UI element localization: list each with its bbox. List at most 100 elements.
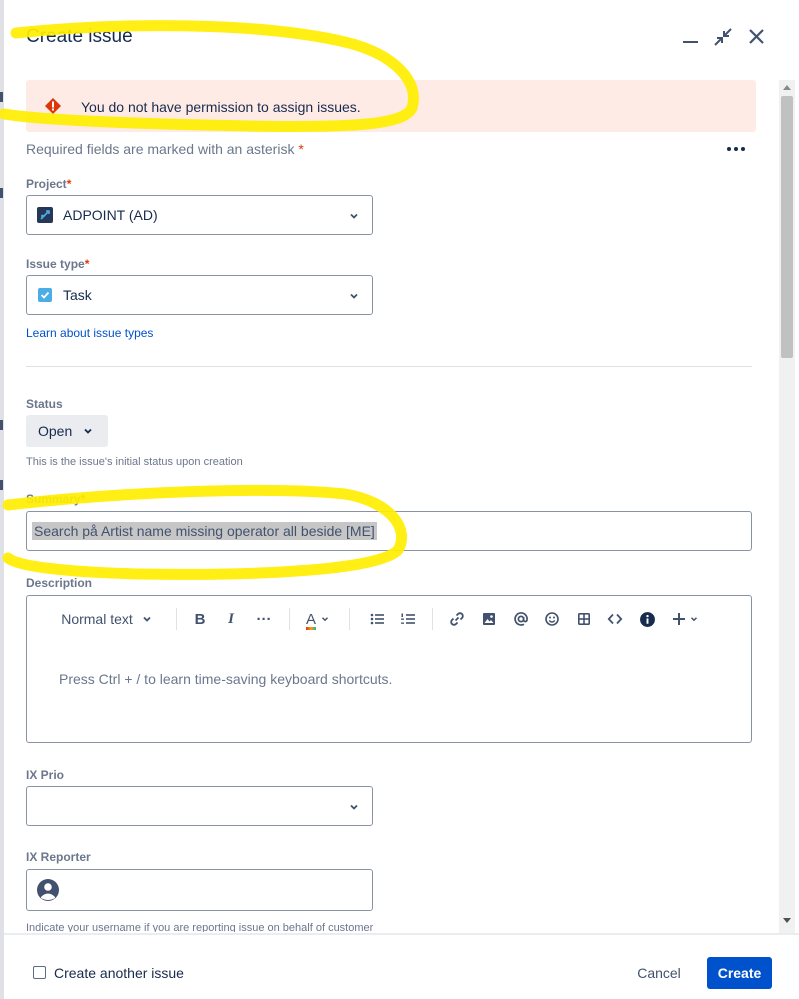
project-select[interactable]: ADPOINT (AD) <box>26 195 373 235</box>
background-marker <box>0 188 3 198</box>
error-message: You do not have permission to assign iss… <box>81 99 361 115</box>
background-marker <box>0 480 3 490</box>
chevron-down-icon <box>350 213 358 219</box>
required-fields-note: Required fields are marked with an aster… <box>26 141 304 157</box>
ix-reporter-label: IX Reporter <box>26 850 91 864</box>
summary-input[interactable]: Search på Artist name missing operator a… <box>26 511 752 551</box>
modal-body: You do not have permission to assign iss… <box>26 80 756 932</box>
required-asterisk: * <box>80 492 86 506</box>
chevron-down-icon <box>350 804 358 810</box>
modal-footer: Create another issue Cancel Create <box>4 933 799 999</box>
background-marker <box>0 420 3 430</box>
issue-type-label-text: Issue type <box>26 257 85 271</box>
text-color-button[interactable]: A <box>301 607 335 631</box>
issue-type-select[interactable]: Task <box>26 275 373 315</box>
link-icon <box>450 612 464 626</box>
numbered-list-icon <box>401 613 415 624</box>
summary-label-text: Summary <box>26 492 81 506</box>
more-options-icon <box>727 147 745 151</box>
italic-button[interactable]: I <box>220 607 242 631</box>
summary-value: Search på Artist name missing operator a… <box>32 522 377 540</box>
toolbar-separator <box>289 608 290 630</box>
project-value: ADPOINT (AD) <box>63 207 158 223</box>
mention-button[interactable] <box>510 607 532 631</box>
ix-prio-label: IX Prio <box>26 768 65 782</box>
create-another-label[interactable]: Create another issue <box>54 965 184 981</box>
issue-type-value: Task <box>63 287 92 303</box>
status-label: Status <box>26 397 63 411</box>
chevron-down-icon <box>84 428 92 434</box>
issue-type-label: Issue type* <box>26 257 89 271</box>
minimize-button[interactable] <box>678 24 704 50</box>
cancel-button[interactable]: Cancel <box>624 957 694 989</box>
toolbar-separator <box>176 608 177 630</box>
project-avatar-icon <box>37 207 53 223</box>
more-options-button[interactable] <box>723 139 749 159</box>
status-value: Open <box>38 423 73 439</box>
chevron-down-icon <box>690 617 697 622</box>
insert-more-button[interactable] <box>668 607 702 631</box>
code-button[interactable] <box>604 607 626 631</box>
create-another-checkbox[interactable] <box>33 966 46 979</box>
project-label: Project* <box>26 177 71 191</box>
editor-placeholder: Press Ctrl + / to learn time-saving keyb… <box>59 671 393 687</box>
collapse-icon <box>714 28 732 46</box>
text-color-letter: A <box>305 610 316 628</box>
toolbar-separator <box>432 608 433 630</box>
text-color-swatch <box>305 626 316 630</box>
ix-prio-select[interactable] <box>26 786 373 826</box>
image-button[interactable] <box>478 607 500 631</box>
emoji-button[interactable] <box>541 607 563 631</box>
more-formatting-button[interactable]: ··· <box>252 607 276 631</box>
collapse-button[interactable] <box>710 24 736 50</box>
emoji-icon <box>545 612 559 626</box>
chevron-down-icon <box>321 617 329 622</box>
bullet-list-button[interactable] <box>366 607 388 631</box>
link-button[interactable] <box>446 607 468 631</box>
status-help-text: This is the issue's initial status upon … <box>26 456 243 468</box>
info-panel-button[interactable] <box>636 607 658 631</box>
toolbar-separator <box>349 608 350 630</box>
ix-reporter-input[interactable] <box>26 869 373 911</box>
error-banner: You do not have permission to assign iss… <box>26 80 756 132</box>
user-avatar-icon <box>37 879 59 901</box>
project-label-text: Project <box>26 177 67 191</box>
description-editor[interactable]: Normal text B I ··· A Press Ctrl + / to … <box>26 595 752 743</box>
text-style-label: Normal text <box>61 611 133 627</box>
create-issue-modal: Create issue You do not have permission … <box>4 0 799 999</box>
scrollbar-thumb[interactable] <box>781 96 793 358</box>
learn-issue-types-link[interactable]: Learn about issue types <box>26 326 153 340</box>
status-dropdown-button[interactable]: Open <box>26 415 108 447</box>
bold-button[interactable]: B <box>189 607 211 631</box>
required-asterisk: * <box>66 177 72 191</box>
scroll-down-arrow-icon[interactable] <box>783 918 791 923</box>
modal-title: Create issue <box>26 26 133 47</box>
bullet-list-icon <box>370 613 384 625</box>
table-icon <box>578 613 590 625</box>
code-icon <box>607 613 623 625</box>
chevron-down-icon <box>143 616 151 622</box>
close-icon <box>749 29 764 44</box>
plus-icon <box>672 613 685 625</box>
close-button[interactable] <box>744 24 770 50</box>
numbered-list-button[interactable] <box>397 607 419 631</box>
info-icon <box>639 611 655 627</box>
background-marker <box>0 92 3 102</box>
required-asterisk: * <box>298 141 304 157</box>
error-icon <box>45 98 61 114</box>
ix-reporter-help-text: Indicate your username if you are report… <box>26 922 374 932</box>
minimize-icon <box>683 41 698 43</box>
mention-icon <box>514 612 528 626</box>
text-style-dropdown[interactable]: Normal text <box>55 607 159 631</box>
section-divider <box>26 366 752 367</box>
image-icon <box>483 613 495 625</box>
required-asterisk: * <box>84 257 90 271</box>
description-label: Description <box>26 576 93 590</box>
create-button[interactable]: Create <box>707 957 772 989</box>
task-checkbox-icon <box>38 288 52 302</box>
scroll-up-arrow-icon[interactable] <box>783 85 791 90</box>
table-button[interactable] <box>573 607 595 631</box>
summary-label: Summary* <box>26 492 85 506</box>
chevron-down-icon <box>350 293 358 299</box>
required-note-text: Required fields are marked with an aster… <box>26 141 295 157</box>
